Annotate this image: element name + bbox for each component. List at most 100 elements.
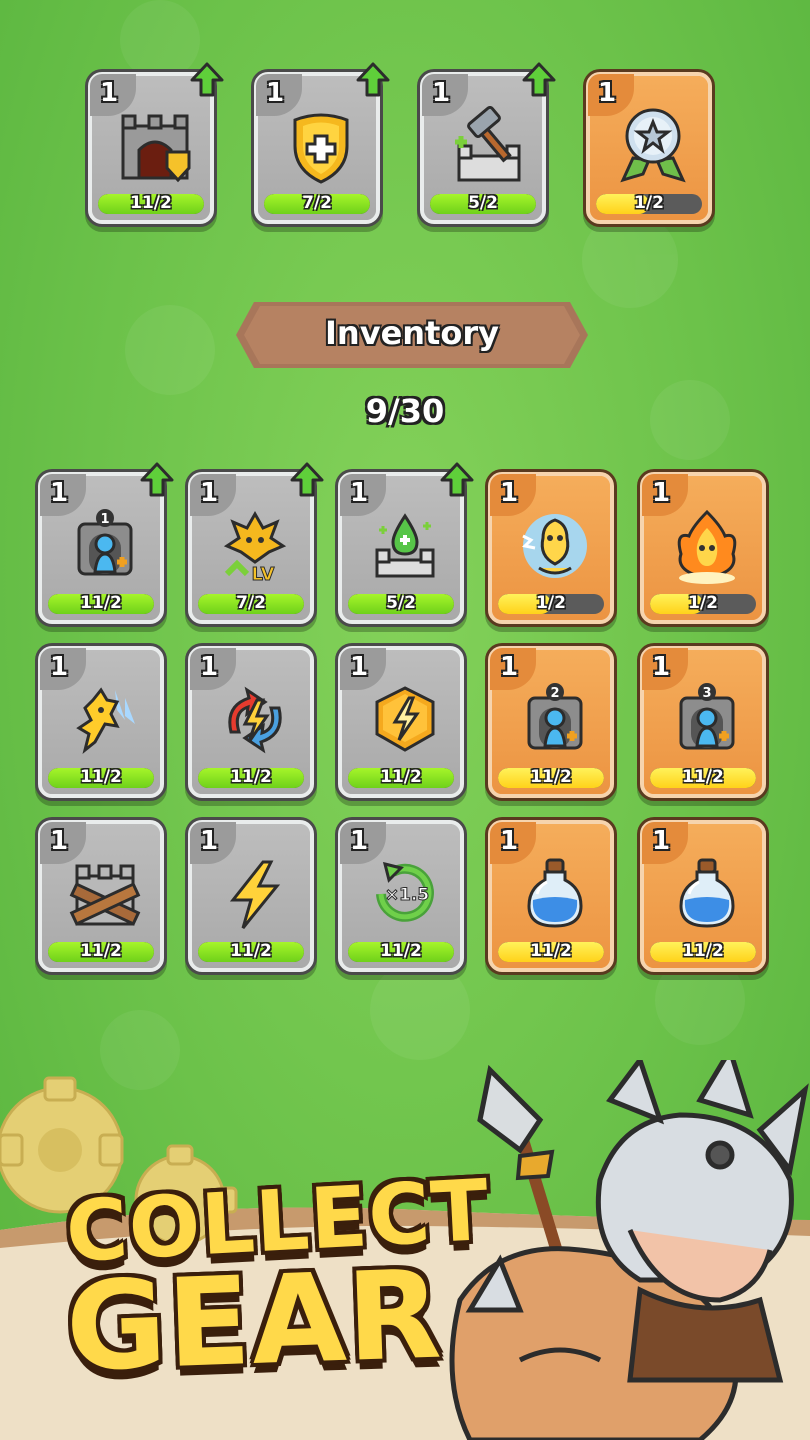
inventory-item-6[interactable]: 1 11/2	[38, 646, 164, 798]
barricade-wall-icon	[69, 864, 141, 926]
upgrade-arrow-icon	[356, 62, 390, 97]
healing-wall-icon	[375, 513, 435, 578]
item-level: 1	[500, 826, 519, 856]
upgrade-arrow-icon	[440, 462, 474, 497]
progress-text: 1/2	[688, 594, 718, 613]
upgrade-arrow-icon	[140, 462, 174, 497]
lightning-bolt-icon	[229, 860, 281, 929]
progress-text: 7/2	[302, 194, 332, 213]
progress-text: 1/2	[634, 194, 664, 213]
progress-text: 11/2	[682, 768, 724, 787]
blue-potion-icon	[527, 858, 583, 928]
progress-text: 11/2	[80, 594, 122, 613]
progress-text: 11/2	[380, 768, 422, 787]
item-level: 1	[652, 478, 671, 508]
item-level: 1	[652, 652, 671, 682]
inventory-item-13[interactable]: 1 ×1.5 11/2	[338, 820, 464, 972]
svg-text:1: 1	[100, 512, 109, 527]
upgrade-arrow-icon	[290, 462, 324, 497]
inventory-item-14[interactable]: 1 11/2	[488, 820, 614, 972]
progress-bar: 11/2	[198, 768, 304, 788]
equipped-slot-2[interactable]: 1 7/2	[254, 62, 390, 224]
item-level: 1	[200, 826, 219, 856]
inventory-item-1[interactable]: 1 1 11/2	[38, 462, 174, 624]
inventory-item-8[interactable]: 1 11/2	[338, 646, 464, 798]
progress-bar: 11/2	[498, 768, 604, 788]
hero-slot-2-icon: 2	[527, 683, 583, 750]
svg-text:2: 2	[550, 686, 559, 701]
gold-shield-icon	[293, 113, 349, 184]
inventory-item-4[interactable]: 1 1/2	[488, 472, 614, 624]
progress-bar: 5/2	[430, 194, 536, 214]
progress-text: 11/2	[130, 194, 172, 213]
progress-bar: 11/2	[48, 594, 154, 614]
item-level: 1	[200, 652, 219, 682]
progress-bar: 11/2	[198, 942, 304, 962]
speed-x1.5-icon: ×1.5	[376, 861, 434, 922]
inventory-item-2[interactable]: 1 LV 7/2	[188, 462, 324, 624]
item-level: 1	[50, 826, 69, 856]
equipped-slot-3[interactable]: 1 5/2	[420, 62, 556, 224]
progress-bar: 11/2	[48, 768, 154, 788]
inventory-item-3[interactable]: 1 5/2	[338, 462, 474, 624]
svg-text:LV: LV	[252, 564, 275, 585]
item-level: 1	[50, 478, 69, 508]
progress-bar: 5/2	[348, 594, 454, 614]
progress-bar: 11/2	[650, 942, 756, 962]
inventory-item-7[interactable]: 1 11/2	[188, 646, 314, 798]
inventory-title: Inventory	[325, 314, 499, 352]
inventory-item-15[interactable]: 1 11/2	[640, 820, 766, 972]
equipped-slot-4[interactable]: 1 1/2	[586, 72, 712, 224]
inventory-item-10[interactable]: 1 3 11/2	[640, 646, 766, 798]
inventory-banner: Inventory	[236, 302, 588, 368]
item-level: 1	[350, 652, 369, 682]
item-level: 1	[100, 78, 119, 108]
progress-text: 7/2	[236, 594, 266, 613]
progress-bar: 1/2	[498, 594, 604, 614]
progress-text: 5/2	[468, 194, 498, 213]
progress-bar: 11/2	[98, 194, 204, 214]
item-level: 1	[350, 478, 369, 508]
progress-bar: 7/2	[198, 594, 304, 614]
svg-text:3: 3	[702, 686, 711, 701]
progress-text: 11/2	[80, 942, 122, 961]
inventory-item-12[interactable]: 1 11/2	[188, 820, 314, 972]
fire-spirit-icon	[677, 509, 737, 584]
progress-bar: 7/2	[264, 194, 370, 214]
item-level: 1	[350, 826, 369, 856]
progress-bar: 11/2	[650, 768, 756, 788]
blue-potion-icon	[679, 858, 735, 928]
progress-bar: 11/2	[348, 942, 454, 962]
item-level: 1	[50, 652, 69, 682]
item-level: 1	[500, 652, 519, 682]
inventory-item-11[interactable]: 1 11/2	[38, 820, 164, 972]
dashing-spirit-icon	[76, 687, 135, 754]
lightning-hex-icon	[375, 686, 435, 752]
item-level: 1	[200, 478, 219, 508]
inventory-item-5[interactable]: 1 1/2	[640, 472, 766, 624]
progress-text: 11/2	[230, 768, 272, 787]
progress-text: 11/2	[682, 942, 724, 961]
hammer-wall-icon	[455, 106, 521, 182]
hero-slot-3-icon: 3	[679, 683, 735, 750]
item-level: 1	[266, 78, 285, 108]
inventory-count: 9/30	[365, 392, 445, 430]
promo-title-line2: GEAR	[63, 1243, 445, 1399]
electric-spirit-icon	[521, 514, 587, 578]
progress-bar: 11/2	[498, 942, 604, 962]
item-level: 1	[500, 478, 519, 508]
item-level: 1	[598, 78, 617, 108]
castle-gate-shield-icon	[121, 114, 191, 183]
inventory-item-9[interactable]: 1 2 11/2	[488, 646, 614, 798]
progress-text: 11/2	[80, 768, 122, 787]
item-level: 1	[432, 78, 451, 108]
progress-text: 11/2	[530, 768, 572, 787]
progress-text: 11/2	[530, 942, 572, 961]
hero-slot-1-icon: 1	[77, 509, 133, 576]
star-medal-icon	[620, 108, 686, 183]
progress-text: 1/2	[536, 594, 566, 613]
progress-bar: 11/2	[48, 942, 154, 962]
progress-bar: 1/2	[596, 194, 702, 214]
progress-text: 11/2	[230, 942, 272, 961]
equipped-slot-1[interactable]: 1 11/2	[88, 62, 224, 224]
